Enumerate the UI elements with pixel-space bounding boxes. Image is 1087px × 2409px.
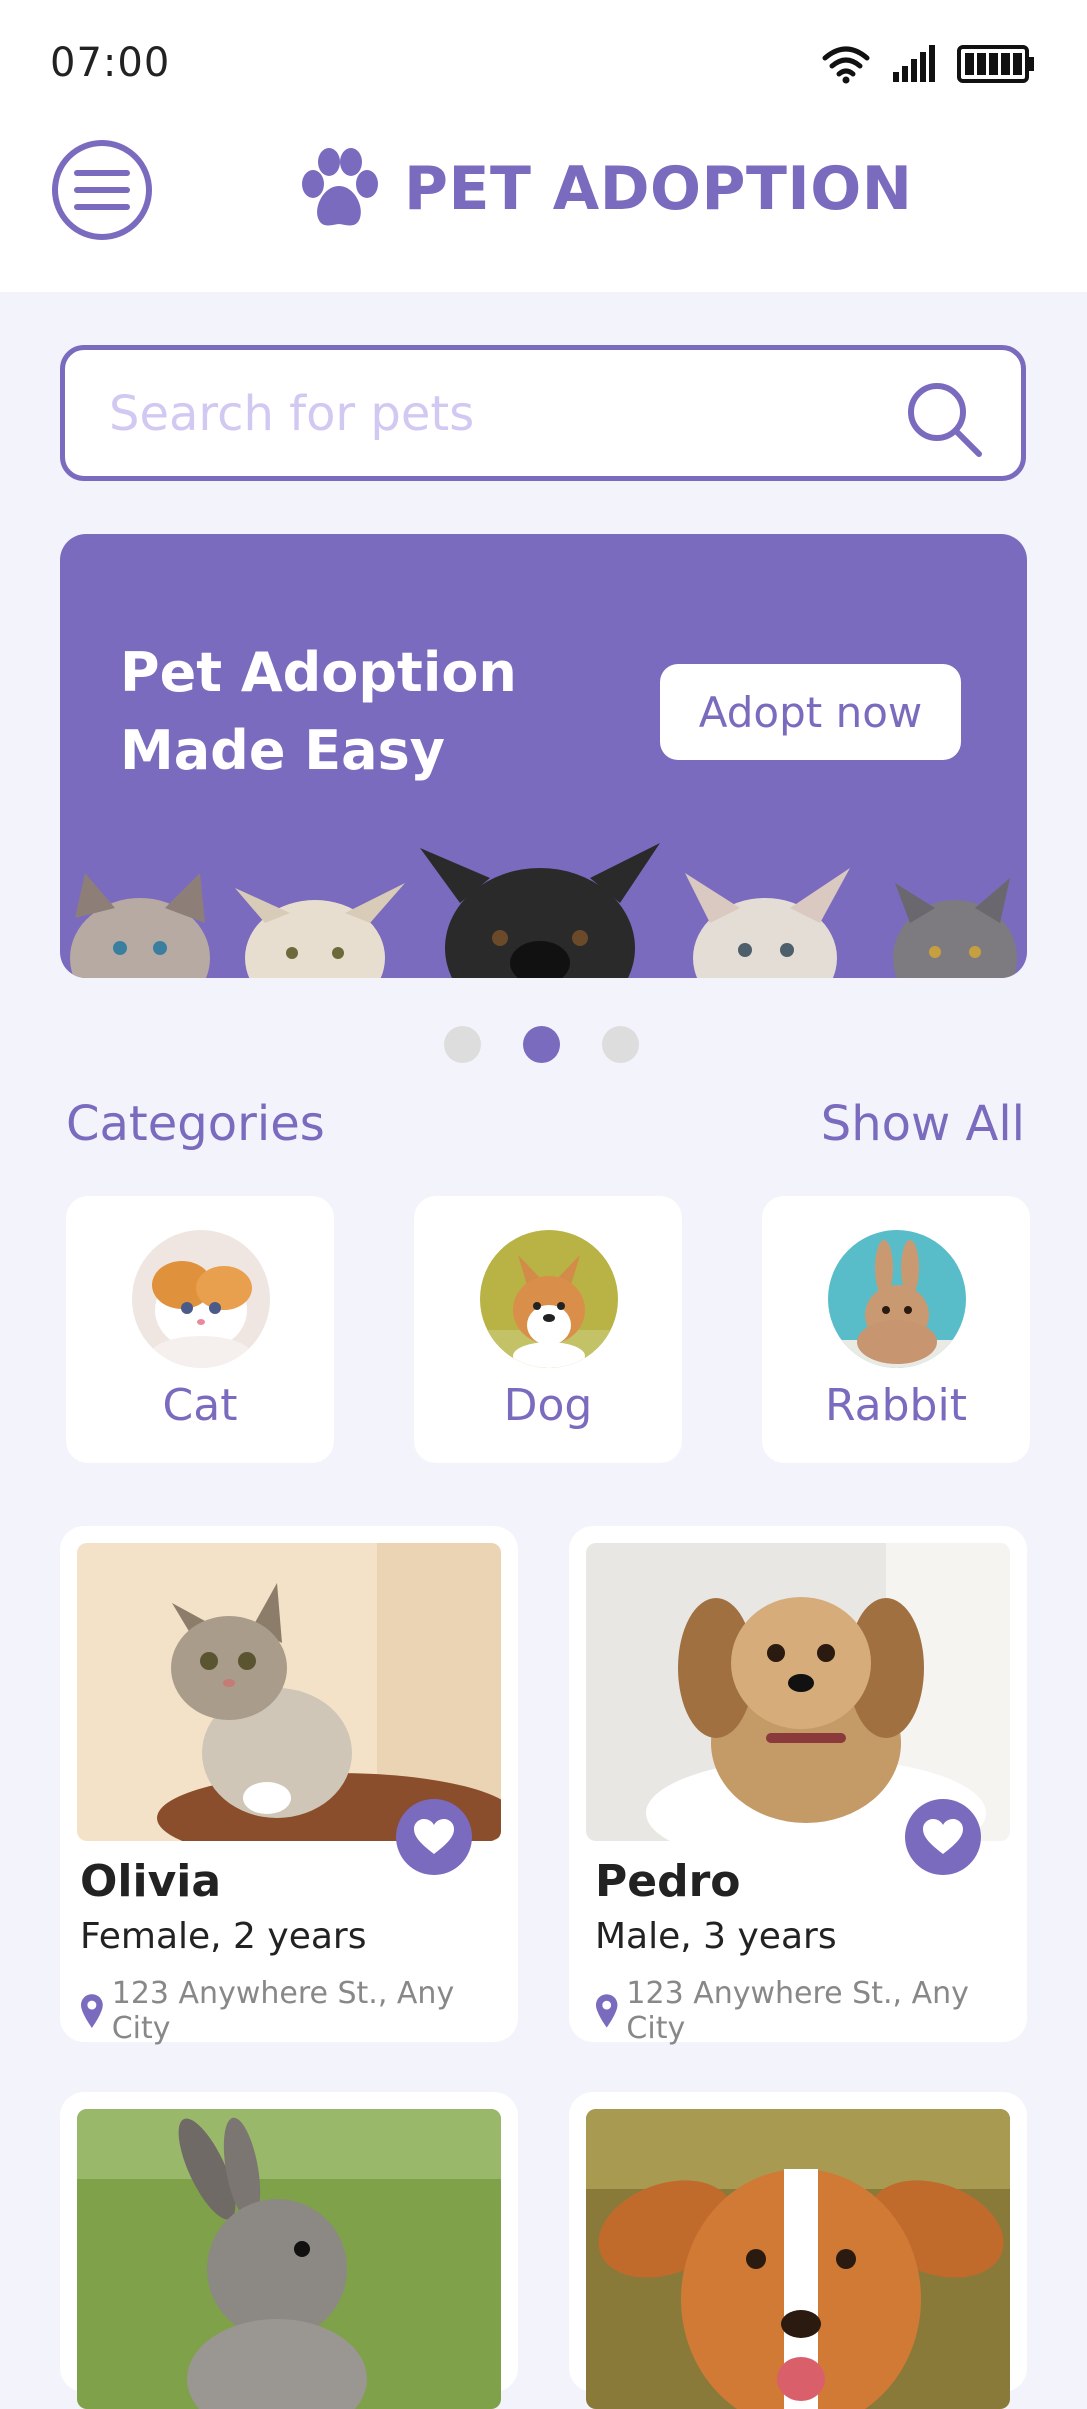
battery-icon bbox=[957, 45, 1034, 83]
menu-button[interactable] bbox=[52, 140, 152, 240]
carousel-dot[interactable] bbox=[602, 1026, 639, 1063]
status-time: 07:00 bbox=[50, 40, 171, 86]
pet-name: Pedro bbox=[595, 1856, 741, 1907]
app-title: PET ADOPTION bbox=[404, 154, 913, 224]
category-image-cat bbox=[132, 1230, 270, 1368]
pet-card-rabbit[interactable] bbox=[60, 2092, 518, 2409]
pet-photo bbox=[586, 1543, 1010, 1841]
favorite-button[interactable] bbox=[905, 1799, 981, 1875]
signal-icon bbox=[893, 45, 935, 82]
pet-card-olivia[interactable]: Olivia Female, 2 years 123 Anywhere St.,… bbox=[60, 1526, 518, 2046]
adopt-now-button[interactable]: Adopt now bbox=[660, 664, 961, 760]
location-pin-icon bbox=[80, 1994, 103, 2028]
heart-icon bbox=[414, 1819, 454, 1854]
category-image-dog bbox=[480, 1230, 618, 1368]
favorite-button[interactable] bbox=[396, 1799, 472, 1875]
app-brand: PET ADOPTION bbox=[296, 148, 912, 230]
pet-photo bbox=[586, 2109, 1010, 2409]
category-label: Dog bbox=[503, 1380, 593, 1431]
menu-icon bbox=[74, 170, 130, 210]
pet-info: Male, 3 years bbox=[595, 1916, 837, 1957]
location-pin-icon bbox=[595, 1994, 618, 2028]
banner-pets-image bbox=[70, 843, 1017, 978]
show-all-link[interactable]: Show All bbox=[821, 1096, 1025, 1152]
pet-card-pedro[interactable]: Pedro Male, 3 years 123 Anywhere St., An… bbox=[569, 1526, 1027, 2046]
top-bar: 07:00 PET ADOPTION bbox=[0, 0, 1087, 292]
pet-card-dog-2[interactable] bbox=[569, 2092, 1027, 2409]
pet-address-text: 123 Anywhere St., Any City bbox=[111, 1976, 455, 2046]
pet-photo bbox=[77, 1543, 501, 1841]
search-bar bbox=[60, 345, 1026, 481]
pet-info: Female, 2 years bbox=[80, 1916, 367, 1957]
paw-icon bbox=[302, 148, 378, 226]
pet-photo bbox=[77, 2109, 501, 2409]
pet-name: Olivia bbox=[80, 1856, 222, 1907]
carousel-dot-active[interactable] bbox=[523, 1026, 560, 1063]
carousel-dot[interactable] bbox=[444, 1026, 481, 1063]
promo-banner: Pet Adoption Made Easy Adopt now bbox=[60, 534, 1027, 978]
category-card-cat[interactable]: Cat bbox=[66, 1196, 334, 1463]
heart-icon bbox=[923, 1819, 963, 1854]
wifi-icon bbox=[822, 46, 870, 84]
categories-heading: Categories bbox=[66, 1096, 325, 1152]
category-card-dog[interactable]: Dog bbox=[414, 1196, 682, 1463]
search-icon[interactable] bbox=[903, 378, 985, 460]
search-input[interactable] bbox=[107, 376, 891, 452]
category-card-rabbit[interactable]: Rabbit bbox=[762, 1196, 1030, 1463]
pet-address: 123 Anywhere St., Any City bbox=[595, 1976, 1027, 2046]
status-icons bbox=[821, 44, 1037, 84]
category-label: Cat bbox=[162, 1380, 238, 1431]
carousel-indicators bbox=[444, 1026, 639, 1063]
pet-address: 123 Anywhere St., Any City bbox=[80, 1976, 518, 2046]
pet-address-text: 123 Anywhere St., Any City bbox=[626, 1976, 969, 2046]
banner-title: Pet Adoption Made Easy bbox=[120, 641, 517, 782]
category-label: Rabbit bbox=[825, 1380, 967, 1431]
category-image-rabbit bbox=[828, 1230, 966, 1368]
